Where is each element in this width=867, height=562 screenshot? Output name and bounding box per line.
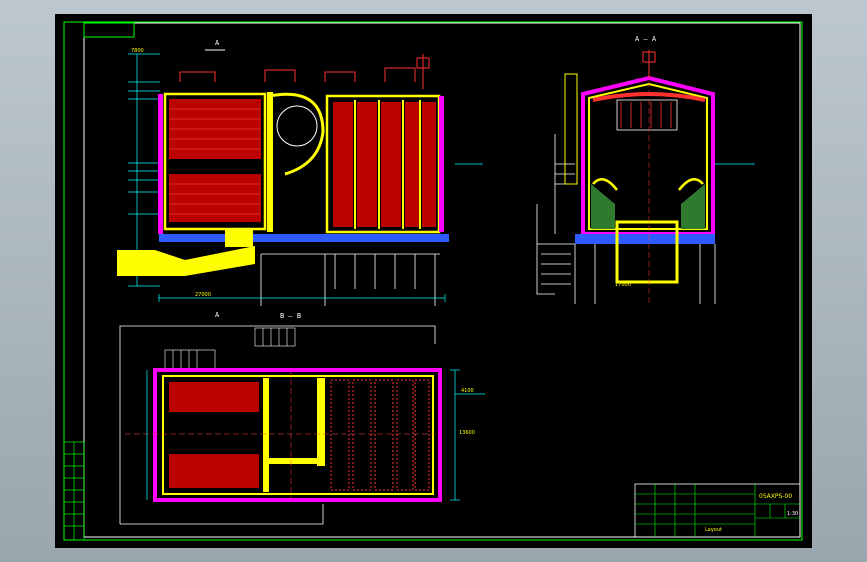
revision-strip	[63, 441, 85, 541]
convection-refractory-right	[439, 96, 444, 232]
width-dim-label: 27000	[195, 292, 211, 298]
drawing-scale: 1:30	[787, 511, 798, 517]
plan-partition-1	[263, 378, 269, 492]
end-ash-pit	[615, 220, 679, 284]
boiler-general-arrangement-drawing: A 7800 27000 A A — A 17000 B — B 13600 4…	[63, 21, 803, 541]
flue-duct-bottom	[117, 246, 255, 276]
drawing-title: Layout	[705, 527, 722, 533]
steam-drum	[276, 105, 318, 147]
furnace-refractory-left	[158, 94, 163, 234]
ash-hopper	[225, 229, 253, 247]
plan-convection-banks	[330, 379, 430, 491]
side-section-label: A	[215, 39, 220, 47]
furnace-lower-tubes	[169, 174, 261, 222]
plan-right-dim: 4100	[461, 388, 474, 394]
plan-tube-bank-top	[169, 382, 259, 412]
side-bottom-label: A	[215, 311, 220, 319]
corner-tag-box	[83, 22, 135, 38]
drawing-number: 05AXPS-00	[759, 493, 792, 500]
title-block: 05AXPS-00 1:30 Layout	[634, 483, 801, 538]
partition-wall	[267, 92, 273, 232]
elevation-top-label: 7800	[131, 48, 144, 54]
end-section-label: A — A	[635, 35, 657, 43]
end-width-dim: 17000	[615, 282, 631, 288]
plan-section-view: B — B 13600 4100	[119, 312, 485, 525]
end-hopper-left	[591, 184, 615, 229]
roof-piping	[179, 54, 430, 89]
plan-height-dim: 13600	[459, 430, 475, 436]
plan-stairs	[164, 327, 296, 371]
end-base-slab	[575, 234, 715, 244]
end-section-view: A — A 17000	[536, 35, 755, 304]
plan-partition-2	[317, 378, 325, 466]
plan-section-label: B — B	[280, 312, 301, 320]
side-section-view: A 7800 27000 A	[117, 39, 483, 319]
end-upper-tubes	[620, 102, 672, 128]
plan-tube-bank-bottom	[169, 454, 259, 488]
end-ladder	[564, 73, 578, 185]
base-slab	[159, 234, 449, 242]
cad-viewport[interactable]: A 7800 27000 A A — A 17000 B — B 13600 4…	[55, 14, 812, 548]
end-hopper-right	[681, 184, 705, 229]
plan-baffle	[269, 458, 319, 464]
end-upper-chamber	[616, 99, 678, 131]
